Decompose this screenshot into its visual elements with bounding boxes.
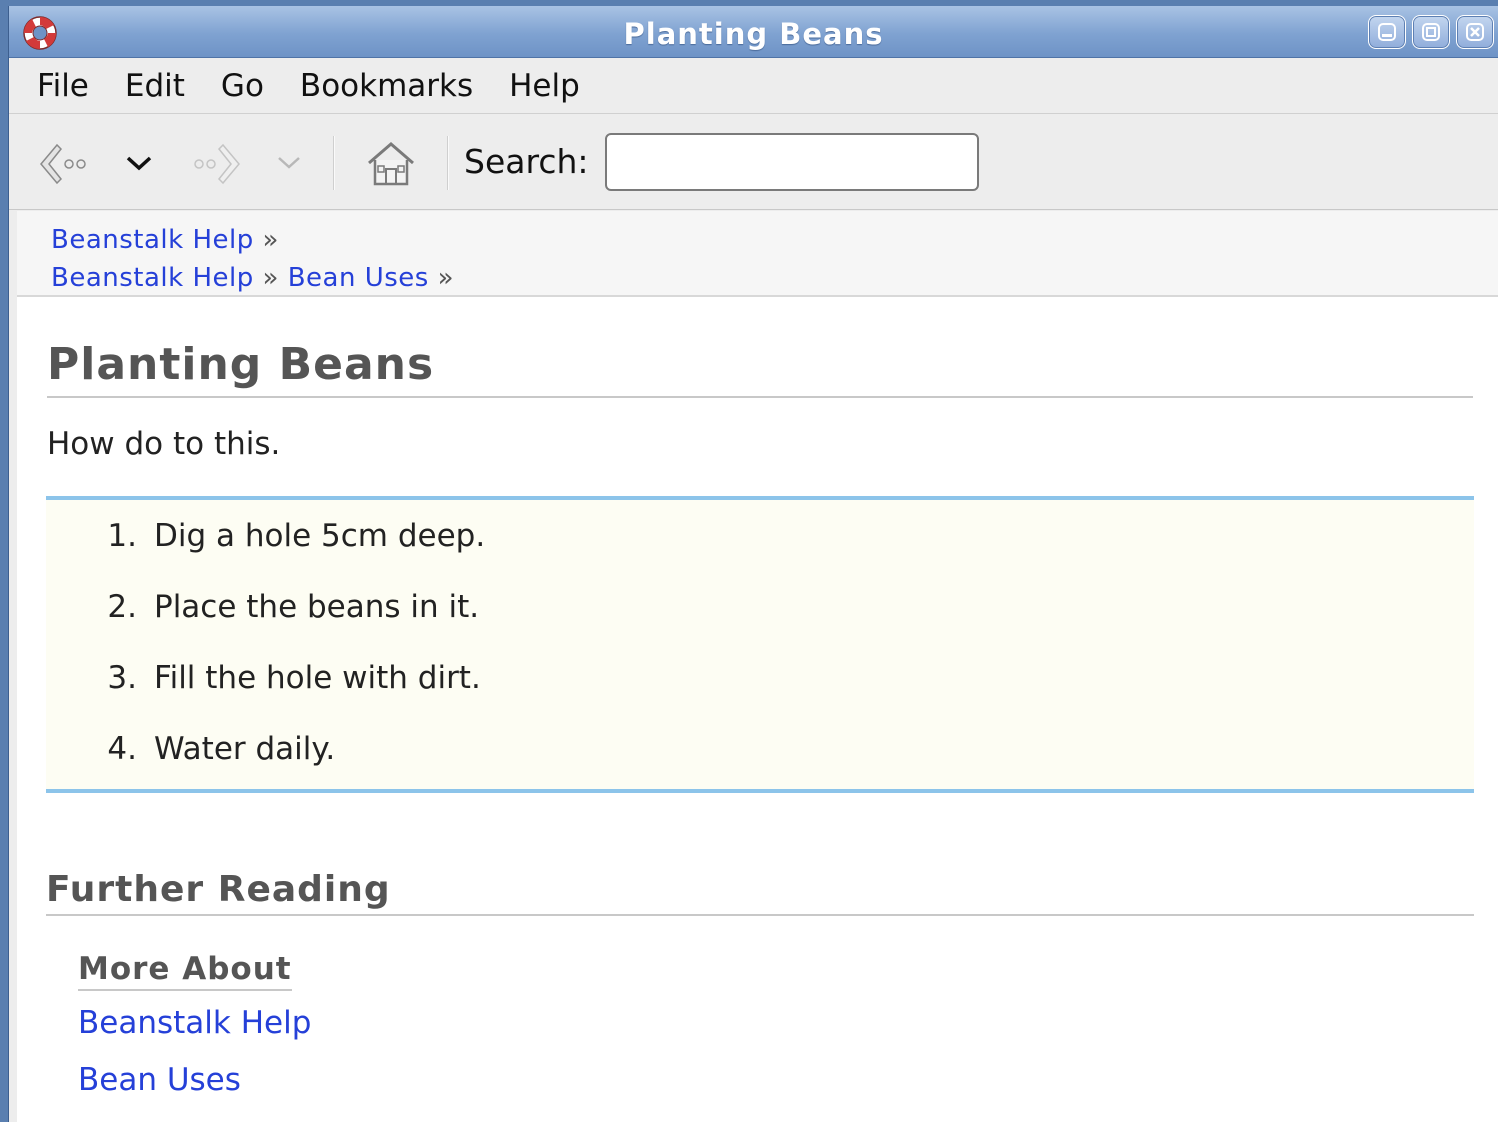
back-arrow-icon	[40, 143, 86, 185]
link-beanstalk-help[interactable]: Beanstalk Help	[78, 1005, 311, 1041]
list-item: 2. Place the beans in it.	[46, 589, 1474, 660]
close-button[interactable]	[1456, 15, 1494, 49]
step-text: Fill the hole with dirt.	[154, 660, 481, 696]
step-text: Water daily.	[154, 731, 336, 767]
breadcrumb-separator: »	[262, 225, 279, 255]
back-history-dropdown[interactable]	[119, 148, 159, 178]
menu-edit[interactable]: Edit	[125, 68, 185, 104]
toolbar-separator	[333, 136, 335, 190]
steps-list: 1. Dig a hole 5cm deep. 2. Place the bea…	[46, 496, 1474, 793]
menu-bookmarks[interactable]: Bookmarks	[300, 68, 473, 104]
chevron-down-icon	[126, 156, 152, 171]
toolbar: Search:	[9, 114, 1498, 210]
toolbar-separator	[447, 136, 449, 190]
forward-button[interactable]	[185, 140, 245, 188]
link-bean-uses[interactable]: Bean Uses	[78, 1062, 241, 1098]
help-window: Planting Beans File Edit Go Bookmarks He…	[8, 6, 1498, 1122]
step-text: Dig a hole 5cm deep.	[154, 518, 486, 554]
list-item: 3. Fill the hole with dirt.	[46, 660, 1474, 731]
menu-bar: File Edit Go Bookmarks Help	[9, 58, 1498, 114]
forward-history-dropdown[interactable]	[269, 148, 309, 178]
breadcrumb-separator: »	[262, 263, 279, 293]
step-text: Place the beans in it.	[154, 589, 480, 625]
breadcrumb-link-bean-uses[interactable]: Bean Uses	[288, 263, 429, 293]
forward-arrow-icon	[194, 143, 240, 185]
page-title: Planting Beans	[47, 339, 1473, 398]
further-reading-heading: Further Reading	[46, 869, 1474, 916]
title-bar[interactable]: Planting Beans	[9, 6, 1498, 58]
home-icon	[368, 142, 414, 186]
minimize-button[interactable]	[1368, 15, 1406, 49]
search-label: Search:	[464, 142, 589, 181]
breadcrumb-trail: Beanstalk Help » Bean Uses »	[51, 259, 1498, 297]
step-number: 2.	[107, 589, 137, 625]
home-button[interactable]	[359, 136, 423, 192]
menu-go[interactable]: Go	[221, 68, 264, 104]
breadcrumb-link-beanstalk-help[interactable]: Beanstalk Help	[51, 225, 254, 255]
window-controls	[1368, 15, 1494, 49]
maximize-icon	[1422, 23, 1440, 41]
chevron-down-icon	[278, 157, 300, 169]
help-content: Beanstalk Help » Beanstalk Help » Bean U…	[17, 211, 1498, 1122]
minimize-icon	[1378, 23, 1396, 41]
step-number: 1.	[107, 518, 137, 554]
window-title: Planting Beans	[623, 17, 884, 51]
menu-help[interactable]: Help	[509, 68, 580, 104]
more-about-heading: More About	[78, 951, 292, 991]
back-button[interactable]	[35, 140, 95, 188]
list-item: 4. Water daily.	[46, 731, 1474, 802]
step-number: 3.	[107, 660, 137, 696]
step-number: 4.	[107, 731, 137, 767]
breadcrumb-trail: Beanstalk Help »	[51, 221, 1498, 259]
list-item: 1. Dig a hole 5cm deep.	[46, 518, 1474, 589]
breadcrumb-separator: »	[437, 263, 455, 293]
breadcrumb: Beanstalk Help » Beanstalk Help » Bean U…	[17, 211, 1498, 297]
breadcrumb-link-beanstalk-help[interactable]: Beanstalk Help	[51, 263, 254, 293]
intro-text: How do to this.	[47, 426, 281, 462]
menu-file[interactable]: File	[37, 68, 89, 104]
search-input[interactable]	[605, 133, 979, 191]
close-icon	[1466, 23, 1484, 41]
maximize-button[interactable]	[1412, 15, 1450, 49]
